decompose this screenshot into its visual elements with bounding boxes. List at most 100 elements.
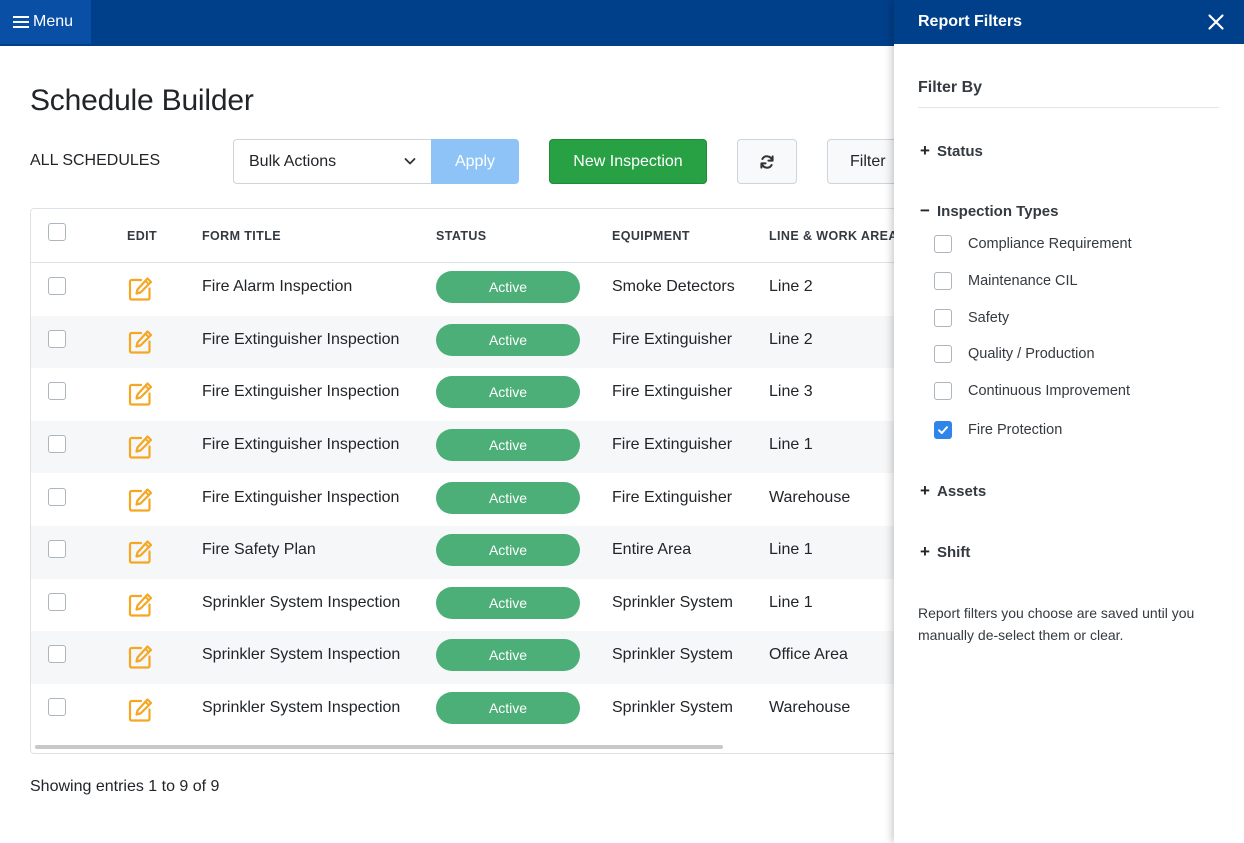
status-badge: Active	[436, 586, 580, 619]
filter-section-shift-label: Shift	[937, 543, 971, 561]
panel-title: Report Filters	[918, 13, 1023, 30]
option-label: Fire Protection	[968, 422, 1063, 438]
inspection-type-option[interactable]: Compliance Requirement	[934, 234, 1132, 254]
table-row: Sprinkler System Inspection Active Sprinkl…	[31, 579, 909, 632]
status-badge: Active	[436, 429, 580, 462]
option-checkbox[interactable]	[934, 309, 952, 327]
filter-section-status-label: Status	[937, 142, 983, 160]
row-equipment: Smoke Detectors	[612, 278, 735, 296]
edit-icon[interactable]	[126, 328, 154, 356]
row-checkbox[interactable]	[48, 382, 66, 401]
edit-icon[interactable]	[126, 591, 154, 619]
checkmark-icon	[938, 426, 948, 434]
edit-icon[interactable]	[126, 538, 154, 566]
col-header-line-work-area[interactable]: LINE & WORK AREA	[769, 229, 898, 243]
edit-icon[interactable]	[126, 275, 154, 303]
row-checkbox[interactable]	[48, 540, 66, 559]
edit-icon[interactable]	[126, 433, 154, 461]
table-row: Fire Extinguisher Inspection Active Fire E…	[31, 368, 909, 421]
option-checkbox[interactable]	[934, 421, 952, 439]
option-label: Safety	[968, 310, 1010, 326]
row-line-work-area: Line 2	[769, 330, 813, 348]
new-inspection-button[interactable]: New Inspection	[549, 139, 707, 184]
row-form-title[interactable]: Fire Extinguisher Inspection	[202, 331, 399, 349]
option-checkbox[interactable]	[934, 272, 952, 290]
row-checkbox[interactable]	[48, 277, 66, 296]
table-header: EDIT FORM TITLE STATUS EQUIPMENT LINE & …	[31, 209, 909, 263]
col-header-form-title[interactable]: FORM TITLE	[202, 229, 281, 243]
option-label: Compliance Requirement	[968, 236, 1132, 252]
row-form-title[interactable]: Sprinkler System Inspection	[202, 646, 400, 664]
edit-icon[interactable]	[126, 380, 154, 408]
filter-section-status[interactable]: + Status	[918, 141, 983, 161]
row-checkbox[interactable]	[48, 592, 66, 611]
col-header-equipment[interactable]: EQUIPMENT	[612, 229, 690, 243]
plus-icon: +	[920, 542, 930, 561]
report-filters-panel: Report Filters Filter By + Status − Insp…	[894, 0, 1244, 843]
panel-header: Report Filters	[894, 0, 1244, 44]
close-icon[interactable]	[1206, 12, 1226, 32]
edit-icon[interactable]	[126, 696, 154, 724]
row-form-title[interactable]: Fire Extinguisher Inspection	[202, 383, 399, 401]
status-badge: Active	[436, 271, 580, 304]
row-form-title[interactable]: Sprinkler System Inspection	[202, 594, 400, 612]
hamburger-icon	[13, 16, 29, 28]
edit-icon[interactable]	[126, 643, 154, 671]
refresh-icon	[760, 154, 774, 169]
filter-section-inspection-types-label: Inspection Types	[937, 202, 1059, 220]
status-badge: Active	[436, 692, 580, 725]
filter-section-assets[interactable]: + Assets	[918, 481, 986, 501]
filter-section-inspection-types[interactable]: − Inspection Types	[918, 201, 1058, 221]
table-row: Fire Extinguisher Inspection Active Fire E…	[31, 420, 909, 474]
row-equipment: Entire Area	[612, 541, 692, 559]
row-equipment: Fire Extinguisher	[612, 488, 733, 506]
inspection-type-option[interactable]: Maintenance CIL	[934, 271, 1078, 291]
inspection-type-option[interactable]: Safety	[934, 308, 1009, 328]
option-checkbox[interactable]	[934, 345, 952, 363]
apply-button[interactable]: Apply	[431, 139, 519, 184]
row-checkbox[interactable]	[48, 487, 66, 506]
option-checkbox[interactable]	[934, 382, 952, 400]
refresh-button[interactable]	[737, 139, 797, 184]
option-label: Continuous Improvement	[968, 383, 1130, 399]
row-checkbox[interactable]	[48, 698, 66, 717]
row-checkbox[interactable]	[48, 329, 66, 348]
horizontal-scrollbar[interactable]	[35, 745, 723, 749]
bulk-actions-select[interactable]: Bulk Actions	[233, 139, 432, 184]
row-equipment: Sprinkler System	[612, 646, 733, 664]
inspection-type-option[interactable]: Continuous Improvement	[934, 381, 1130, 401]
plus-icon: +	[920, 141, 930, 160]
row-equipment: Fire Extinguisher	[612, 383, 733, 401]
table-row: Fire Extinguisher Inspection Active Fire E…	[31, 315, 909, 369]
edit-icon[interactable]	[126, 486, 154, 514]
row-form-title[interactable]: Sprinkler System Inspection	[202, 699, 400, 717]
inspection-type-option[interactable]: Quality / Production	[934, 344, 1095, 364]
table-row: Sprinkler System Inspection Active Sprinkl…	[31, 631, 909, 684]
divider	[918, 107, 1219, 108]
option-checkbox[interactable]	[934, 235, 952, 253]
select-all-checkbox[interactable]	[48, 223, 66, 241]
status-badge: Active	[436, 534, 580, 567]
filter-section-shift[interactable]: + Shift	[918, 542, 970, 562]
row-equipment: Sprinkler System	[612, 593, 733, 611]
menu-label: Menu	[33, 13, 74, 30]
table-row: Fire Extinguisher Inspection Active Fire E…	[31, 473, 909, 526]
row-form-title[interactable]: Fire Extinguisher Inspection	[202, 489, 399, 507]
row-line-work-area: Line 1	[769, 541, 813, 559]
page-title: Schedule Builder	[30, 84, 254, 117]
plus-icon: +	[920, 481, 930, 500]
row-line-work-area: Warehouse	[769, 699, 851, 717]
row-form-title[interactable]: Fire Alarm Inspection	[202, 278, 352, 296]
row-form-title[interactable]: Fire Extinguisher Inspection	[202, 436, 399, 454]
row-checkbox[interactable]	[48, 645, 66, 664]
row-checkbox[interactable]	[48, 435, 66, 454]
menu-button[interactable]: Menu	[0, 0, 91, 44]
row-line-work-area: Office Area	[769, 646, 848, 664]
col-header-status[interactable]: STATUS	[436, 229, 487, 243]
inspection-type-option[interactable]: Fire Protection	[934, 420, 1062, 440]
status-badge: Active	[436, 376, 580, 409]
entries-info: Showing entries 1 to 9 of 9	[30, 778, 220, 795]
row-equipment: Fire Extinguisher	[612, 436, 733, 454]
row-form-title[interactable]: Fire Safety Plan	[202, 541, 316, 559]
schedules-table: EDIT FORM TITLE STATUS EQUIPMENT LINE & …	[30, 208, 910, 754]
